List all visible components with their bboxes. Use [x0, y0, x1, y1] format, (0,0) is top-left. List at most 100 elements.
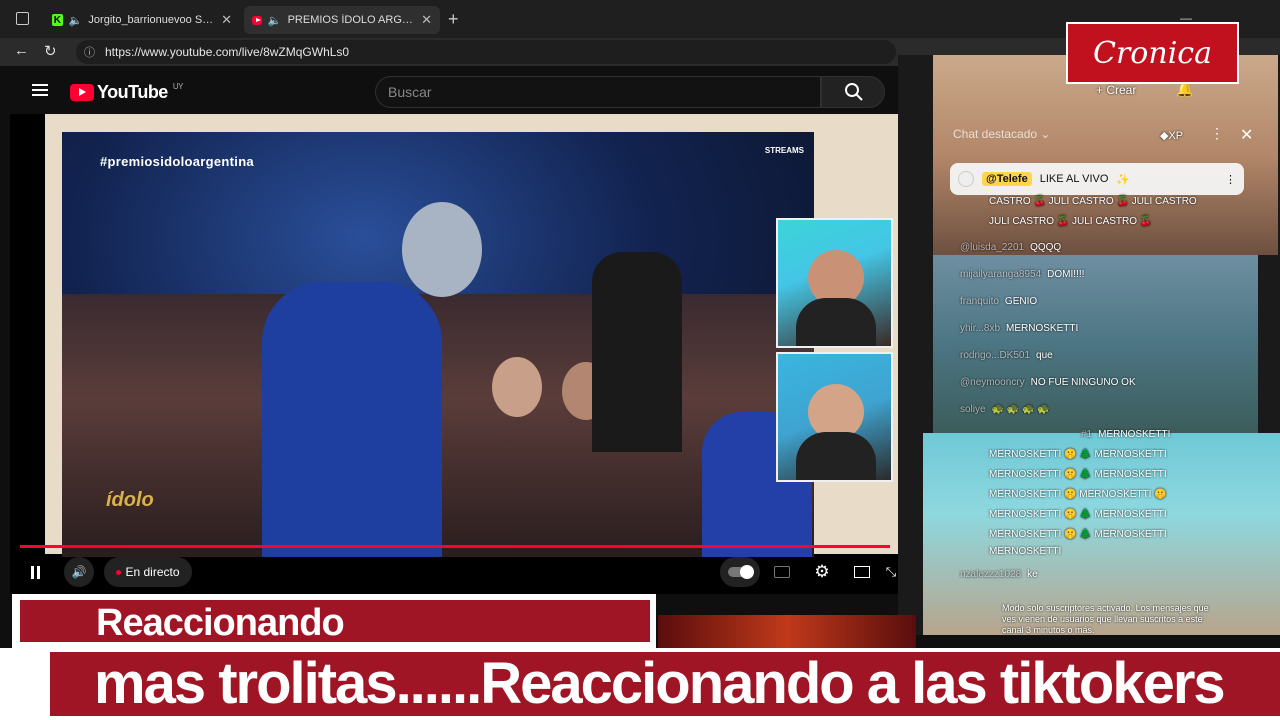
- autoplay-icon: [728, 565, 754, 579]
- reaction-banner: Reaccionando: [12, 594, 656, 650]
- chat-message[interactable]: MERNOSKETTI 🤫 🌲 MERNOSKETTI: [989, 469, 1167, 480]
- youtube-logo[interactable]: YouTube UY: [70, 82, 183, 103]
- host-body: [796, 432, 876, 480]
- chat-username[interactable]: @neymooncry: [960, 377, 1025, 388]
- chat-mode-label: Chat destacado: [953, 127, 1038, 141]
- pinned-message[interactable]: @Telefe LIKE AL VIVO ✨ ⋮: [950, 163, 1244, 195]
- url-field[interactable]: ⓘ https://www.youtube.com/live/8wZMqGWhL…: [76, 40, 896, 64]
- pause-button[interactable]: [22, 557, 48, 587]
- host-camera-1: [776, 218, 893, 348]
- chat-text: MERNOSKETTI: [1006, 323, 1079, 334]
- tab-label: PREMIOS ÍDOLO ARGENTINA: [287, 14, 416, 26]
- chat-message[interactable]: franquito GENIO: [960, 296, 1037, 307]
- chat-message[interactable]: #1 MERNOSKETTI: [1081, 429, 1170, 440]
- autoplay-toggle[interactable]: [720, 557, 760, 587]
- volume-button[interactable]: 🔊: [64, 557, 94, 587]
- chat-message[interactable]: rodrigo...DK501 que: [960, 350, 1053, 361]
- close-chat-icon[interactable]: ✕: [1240, 125, 1253, 145]
- chat-message[interactable]: MERNOSKETTI 🤫 🌲 MERNOSKETTI: [989, 529, 1167, 540]
- chat-message[interactable]: soliye 🐢 🐢 🐢 🐢: [960, 404, 1050, 415]
- chat-username[interactable]: #1: [1081, 429, 1092, 440]
- kick-favicon-icon: K: [52, 14, 63, 26]
- chat-text: MERNOSKETTI: [1098, 429, 1171, 440]
- search-button[interactable]: [821, 76, 885, 108]
- settings-button[interactable]: ⚙: [808, 557, 836, 587]
- close-tab-icon[interactable]: ✕: [221, 12, 232, 28]
- chat-text: JULI CASTRO 🍒 JULI CASTRO 🍒: [989, 216, 1153, 227]
- promo-thumbnail: [658, 615, 916, 650]
- chat-message[interactable]: @neymooncry NO FUE NINGUNO OK: [960, 377, 1136, 388]
- person-head: [492, 357, 542, 417]
- pinned-handle: @Telefe: [982, 172, 1032, 186]
- chat-message[interactable]: MERNOSKETTI 🤫 🌲 MERNOSKETTI: [989, 449, 1167, 460]
- hashtag-overlay: #premiosidoloargentina: [100, 154, 254, 169]
- chat-text: QQQQ: [1030, 242, 1062, 253]
- chat-message[interactable]: MERNOSKETTI: [989, 546, 1061, 557]
- live-label: En directo: [125, 565, 180, 579]
- news-ticker-text: mas trolitas......Reaccionando a las tik…: [94, 651, 1226, 716]
- chat-text: MERNOSKETTI 🤫 MERNOSKETTI 🤫: [989, 489, 1167, 500]
- chat-username[interactable]: @luisda_2201: [960, 242, 1024, 253]
- progress-bar[interactable]: [20, 545, 890, 548]
- chat-message[interactable]: nzalezzz1028 ke: [960, 569, 1038, 580]
- speaker-icon: 🔈: [68, 14, 83, 27]
- chat-mode-dropdown[interactable]: Chat destacado ⌄: [953, 127, 1050, 141]
- live-indicator[interactable]: En directo: [104, 557, 192, 587]
- create-button[interactable]: + Crear: [1096, 83, 1136, 97]
- chat-message[interactable]: CASTRO 🍒 JULI CASTRO 🍒 JULI CASTRO: [989, 196, 1197, 207]
- tab-premios-idolo[interactable]: 🔈 PREMIOS ÍDOLO ARGENTINA ✕: [244, 6, 440, 34]
- reaction-banner-bg: Reaccionando: [20, 600, 650, 644]
- search-icon: [845, 83, 863, 101]
- video-content[interactable]: #premiosidoloargentina STREAMS ídolo: [62, 132, 814, 557]
- chat-message[interactable]: yhir...8xb MERNOSKETTI: [960, 323, 1078, 334]
- news-ticker: mas trolitas......Reaccionando a las tik…: [0, 648, 1280, 720]
- pinned-text: LIKE AL VIVO: [1039, 173, 1109, 185]
- channel-avatar: [958, 171, 974, 187]
- person-head: [402, 202, 482, 297]
- chat-username[interactable]: mijailyaranga8954: [960, 269, 1041, 280]
- person-body: [262, 282, 442, 557]
- chat-username[interactable]: soliye: [960, 404, 986, 415]
- tab-actions-icon[interactable]: [16, 12, 29, 25]
- more-options-icon[interactable]: ⋮: [1210, 125, 1224, 142]
- back-icon[interactable]: ←: [14, 42, 29, 59]
- chat-message[interactable]: MERNOSKETTI 🤫 🌲 MERNOSKETTI: [989, 509, 1167, 520]
- subtitles-button[interactable]: [768, 557, 796, 587]
- youtube-logo-icon: [70, 84, 94, 101]
- video-player[interactable]: #premiosidoloargentina STREAMS ídolo 🔊 E…: [10, 114, 900, 594]
- chat-text: MERNOSKETTI: [989, 546, 1062, 557]
- menu-icon[interactable]: [32, 84, 48, 96]
- subtitles-icon: [774, 566, 790, 578]
- screen: K 🔈 Jorgito_barrionuevoo Stream ✕ 🔈 PREM…: [0, 0, 1280, 720]
- chat-username[interactable]: franquito: [960, 296, 999, 307]
- person-body: [592, 252, 682, 452]
- chat-username[interactable]: yhir...8xb: [960, 323, 1000, 334]
- miniplayer-icon: [854, 566, 870, 578]
- reaction-banner-text: Reaccionando: [96, 602, 345, 644]
- xp-label: XP: [1168, 130, 1184, 142]
- gear-icon: ⚙: [814, 562, 830, 581]
- chat-text: MERNOSKETTI 🤫 🌲 MERNOSKETTI: [989, 509, 1167, 520]
- chat-text: 🐢 🐢 🐢 🐢: [991, 404, 1050, 415]
- chat-text: DOMI!!!!: [1047, 269, 1085, 280]
- site-info-icon[interactable]: ⓘ: [84, 44, 95, 60]
- chat-message[interactable]: MERNOSKETTI 🤫 MERNOSKETTI 🤫: [989, 489, 1167, 500]
- reload-icon[interactable]: ↻: [44, 42, 57, 60]
- new-tab-icon[interactable]: +: [448, 9, 459, 30]
- chat-username[interactable]: nzalezzz1028: [960, 569, 1021, 580]
- chat-message[interactable]: mijailyaranga8954 DOMI!!!!: [960, 269, 1084, 280]
- chat-and-webcam-overlay: + Crear 🔔 Chat destacado ⌄ ◆XP ⋮ ✕ @Tele…: [898, 55, 1280, 635]
- more-options-icon[interactable]: ⋮: [1225, 173, 1236, 186]
- chat-text: MERNOSKETTI 🤫 🌲 MERNOSKETTI: [989, 449, 1167, 460]
- tab-kick-stream[interactable]: K 🔈 Jorgito_barrionuevoo Stream ✕: [44, 6, 240, 34]
- close-tab-icon[interactable]: ✕: [421, 12, 432, 28]
- player-controls: 🔊 En directo ⚙ ⤡: [10, 554, 900, 590]
- search-input[interactable]: Buscar: [375, 76, 821, 108]
- chat-message[interactable]: JULI CASTRO 🍒 JULI CASTRO 🍒: [989, 216, 1152, 227]
- url-text: https://www.youtube.com/live/8wZMqGWhLs0: [105, 45, 350, 59]
- youtube-logo-text: YouTube: [97, 82, 168, 102]
- miniplayer-button[interactable]: [848, 557, 876, 587]
- chat-message[interactable]: @luisda_2201 QQQQ: [960, 242, 1061, 253]
- chat-username[interactable]: rodrigo...DK501: [960, 350, 1030, 361]
- subscriber-mode-notice: Modo solo suscriptores activado. Los men…: [1002, 603, 1209, 635]
